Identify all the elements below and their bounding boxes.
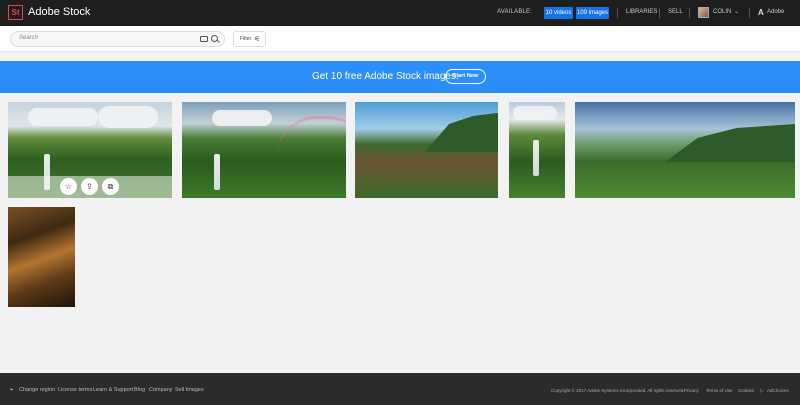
footer: ⌖ Change region License terms Learn & Su…	[0, 373, 800, 405]
footer-link-learn-support[interactable]: Learn & Support	[93, 387, 133, 393]
adchoices-icon: ▷	[760, 388, 764, 393]
waterfall	[533, 140, 539, 176]
result-image-6[interactable]	[8, 207, 75, 307]
result-image-3[interactable]	[355, 102, 498, 198]
cloud	[98, 106, 158, 128]
rainbow	[277, 116, 346, 156]
divider	[749, 8, 750, 18]
image-hover-actions: ☆ ⇪ ⧉	[8, 176, 172, 198]
start-now-button[interactable]: Start Now	[445, 69, 486, 84]
adobe-stock-logo[interactable]: St	[8, 5, 23, 20]
user-name[interactable]: COLIN	[713, 9, 731, 15]
footer-link-privacy[interactable]: Privacy	[684, 388, 699, 393]
like-icon[interactable]: ☆	[60, 178, 77, 195]
promo-text: Get 10 free Adobe Stock images.	[312, 71, 459, 82]
footer-link-adchoices[interactable]: AdChoices	[767, 388, 789, 393]
sliders-icon: ⚟	[254, 36, 261, 43]
filter-button[interactable]: Filter ⚟	[233, 31, 266, 47]
waterfall	[214, 154, 220, 190]
copyright: Copyright © 2017 Adobe Systems Incorpora…	[551, 388, 685, 393]
available-label: AVAILABLE:	[497, 9, 533, 15]
similar-icon[interactable]: ⧉	[102, 178, 119, 195]
result-image-2[interactable]	[182, 102, 346, 198]
promo-banner: Get 10 free Adobe Stock images. Start No…	[0, 61, 800, 93]
divider	[659, 8, 660, 18]
footer-link-change-region[interactable]: Change region	[19, 387, 55, 393]
footer-link-terms[interactable]: Terms of Use	[706, 388, 733, 393]
license-icon[interactable]: ⇪	[81, 178, 98, 195]
images-available-badge[interactable]: 109 images	[576, 7, 609, 19]
filter-label: Filter	[240, 36, 252, 42]
footer-link-blog[interactable]: Blog	[134, 387, 145, 393]
cloud	[28, 108, 98, 126]
avatar[interactable]	[698, 7, 709, 18]
adobe-logo-icon[interactable]: A	[758, 8, 764, 17]
adobe-link[interactable]: Adobe	[767, 9, 784, 15]
footer-link-license-terms[interactable]: License terms	[58, 387, 92, 393]
result-image-4[interactable]	[509, 102, 565, 198]
footer-link-company[interactable]: Company	[149, 387, 173, 393]
nav-sell[interactable]: SELL	[668, 9, 683, 15]
cloud	[212, 110, 272, 126]
footer-link-cookies[interactable]: Cookies	[738, 388, 754, 393]
result-image-1[interactable]: ☆ ⇪ ⧉	[8, 102, 172, 198]
search-icon[interactable]	[211, 35, 218, 42]
search-placeholder: Search	[19, 35, 39, 41]
camera-icon[interactable]	[200, 36, 208, 42]
nav-libraries[interactable]: LIBRARIES	[626, 9, 657, 15]
search-row: Search Filter ⚟	[0, 26, 800, 52]
top-bar: St Adobe Stock AVAILABLE: 10 videos 109 …	[0, 0, 800, 26]
mountain-ridge	[425, 112, 498, 152]
globe-icon: ⌖	[10, 387, 14, 393]
divider	[617, 8, 618, 18]
chevron-down-icon[interactable]: ⌄	[734, 8, 739, 15]
videos-available-badge[interactable]: 10 videos	[544, 7, 573, 19]
cloud	[513, 106, 557, 120]
mountain-ridge	[665, 124, 795, 162]
search-input[interactable]: Search	[10, 31, 225, 47]
result-image-5[interactable]	[575, 102, 795, 198]
divider	[689, 8, 690, 18]
brand-title[interactable]: Adobe Stock	[28, 6, 90, 18]
footer-link-sell-images[interactable]: Sell Images	[175, 387, 204, 393]
